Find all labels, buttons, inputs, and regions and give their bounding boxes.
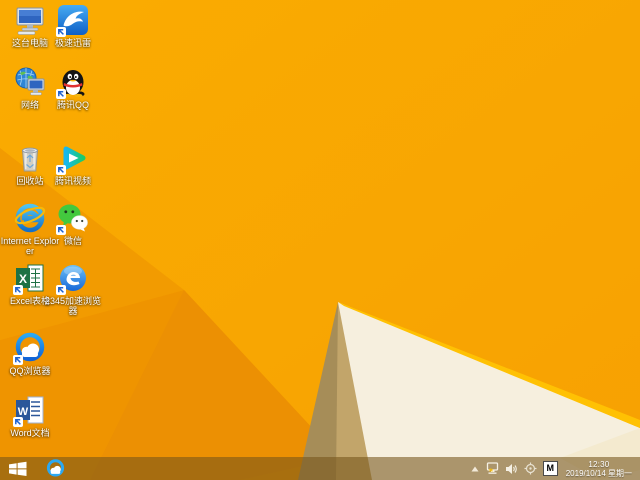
desktop-icon-wechat[interactable]: 微信 bbox=[37, 202, 109, 246]
desktop-icon-tencent-qq[interactable]: 腾讯QQ bbox=[37, 66, 109, 110]
desktop-icon-qq-browser[interactable]: QQ浏览器 bbox=[0, 332, 60, 376]
windows-logo-icon bbox=[9, 461, 27, 476]
ime-indicator[interactable]: M bbox=[542, 461, 558, 476]
icon-label: 腾讯视频 bbox=[54, 176, 91, 186]
tencent-video-icon bbox=[56, 142, 89, 175]
qq-browser-icon bbox=[13, 332, 46, 365]
svg-text:*: * bbox=[488, 468, 493, 476]
taskbar-clock[interactable]: 12:30 2019/10/14 星期一 bbox=[561, 460, 640, 478]
2345-browser-icon bbox=[56, 262, 89, 295]
icon-label: 腾讯QQ bbox=[56, 100, 89, 110]
taskbar: * M 12:30 2019/10/14 星期一 bbox=[0, 457, 640, 480]
desktop[interactable]: 这台电脑 极速迅雷 网络 腾讯QQ 回收站 腾讯视频 Internet Expl… bbox=[0, 0, 640, 480]
show-hidden-icons-button[interactable] bbox=[468, 457, 482, 480]
start-button[interactable] bbox=[0, 457, 36, 480]
icon-label: Word文档 bbox=[10, 428, 50, 438]
chevron-up-icon bbox=[471, 466, 479, 471]
system-tray: * M 12:30 2019/10/14 星期一 bbox=[468, 457, 640, 480]
wechat-icon bbox=[56, 202, 89, 235]
taskbar-pinned-qq-browser[interactable] bbox=[40, 457, 70, 480]
clock-date: 2019/10/14 星期一 bbox=[565, 468, 632, 478]
word-icon: W bbox=[13, 394, 46, 427]
desktop-icon-2345-browser[interactable]: 2345加速浏览器 bbox=[37, 262, 109, 316]
network-status-icon[interactable]: * bbox=[482, 457, 502, 480]
qq-icon bbox=[56, 66, 89, 99]
icon-label: 2345加速浏览器 bbox=[44, 296, 102, 316]
utility-crosshair-icon[interactable] bbox=[521, 457, 540, 480]
svg-text:X: X bbox=[19, 272, 27, 286]
clock-time: 12:30 bbox=[588, 459, 610, 469]
qq-browser-taskbar-icon bbox=[46, 459, 64, 477]
icon-label: 微信 bbox=[63, 236, 82, 246]
desktop-icon-thunder[interactable]: 极速迅雷 bbox=[37, 4, 109, 48]
thunder-icon bbox=[56, 4, 89, 37]
icon-label: QQ浏览器 bbox=[9, 366, 51, 376]
desktop-icon-tencent-video[interactable]: 腾讯视频 bbox=[37, 142, 109, 186]
desktop-icon-word[interactable]: W Word文档 bbox=[0, 394, 60, 438]
icon-label: 极速迅雷 bbox=[54, 38, 91, 48]
volume-icon[interactable] bbox=[502, 457, 521, 480]
